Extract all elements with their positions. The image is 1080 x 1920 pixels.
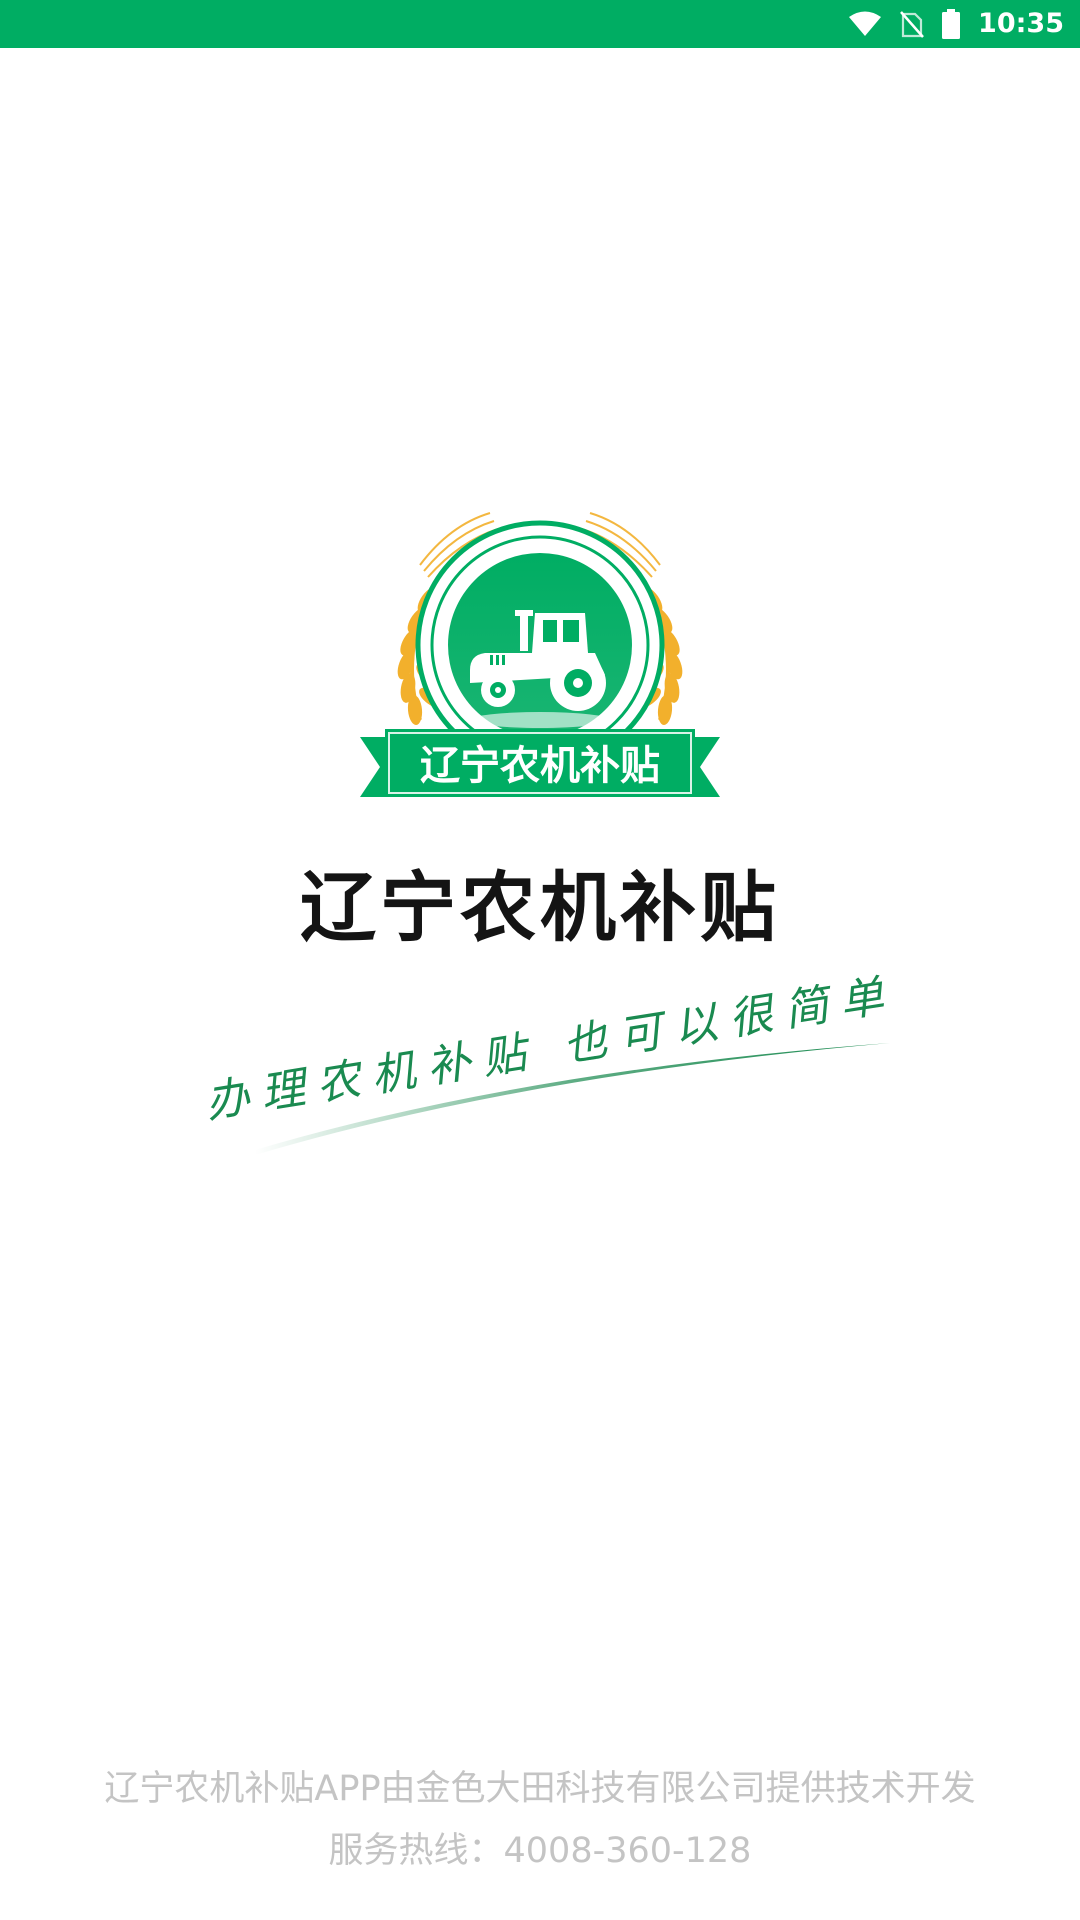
app-title: 辽宁农机补贴 [300,863,780,952]
slogan: 办理农机补贴 也可以很简单 [195,969,899,1175]
splash-screen: 10:35 辽宁农机补贴 辽宁农机补贴 办理农机补贴 也可以很简单 辽宁农机补贴… [0,0,1080,1920]
status-bar: 10:35 [0,0,1080,48]
wifi-icon [849,11,882,36]
logo-banner: 辽宁农机补贴 [360,729,720,797]
footer-hotline: 服务热线：4008-360-128 [328,1831,752,1871]
footer-credit: 辽宁农机补贴APP由金色大田科技有限公司提供技术开发 [104,1769,976,1809]
status-time: 10:35 [978,8,1064,39]
no-sim-icon [900,11,924,38]
logo-graphic: 辽宁农机补贴 [360,512,720,797]
logo-banner-text: 辽宁农机补贴 [420,743,660,789]
status-icons: 10:35 [848,0,1064,48]
battery-icon [942,9,961,39]
app-logo: 辽宁农机补贴 [360,505,720,805]
